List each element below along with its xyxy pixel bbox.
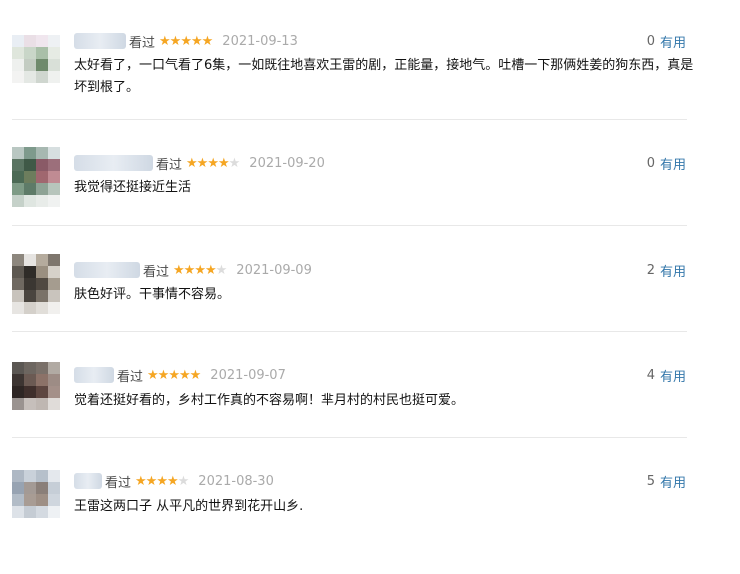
useful-vote: 5 有用 (647, 471, 686, 491)
star-empty-icon: ★ (228, 155, 241, 171)
useful-count: 0 (646, 33, 655, 49)
divider (12, 437, 687, 438)
divider (12, 331, 687, 332)
useful-count: 4 (646, 367, 655, 383)
avatar[interactable] (12, 470, 60, 520)
star-filled-icon: ★ (147, 367, 159, 383)
star-filled-icon: ★ (135, 473, 147, 489)
username-blurred[interactable] (74, 155, 153, 171)
useful-button[interactable]: 有用 (660, 32, 686, 51)
star-filled-icon: ★ (189, 367, 202, 383)
star-filled-icon: ★ (180, 33, 192, 49)
star-filled-icon: ★ (201, 33, 214, 49)
star-rating: ★★★★★ (159, 33, 214, 49)
comment-item: 看过 ★★★★★ 2021-09-07 4 有用 觉着还挺好看的，乡村工作真的不… (0, 362, 740, 468)
star-rating: ★★★★★ (147, 367, 202, 383)
avatar[interactable] (12, 254, 60, 314)
star-filled-icon: ★ (194, 262, 206, 278)
comment-meta: 看过 ★★★★★ 2021-09-20 (74, 153, 325, 173)
comment-meta: 看过 ★★★★★ 2021-09-07 (74, 365, 286, 385)
comment-date: 2021-09-13 (222, 33, 298, 49)
star-filled-icon: ★ (168, 367, 180, 383)
useful-count: 0 (646, 155, 655, 171)
star-filled-icon: ★ (145, 473, 158, 489)
watched-label: 看过 (105, 475, 132, 491)
star-filled-icon: ★ (217, 155, 230, 171)
star-rating: ★★★★★ (173, 262, 228, 278)
useful-count: 2 (646, 262, 655, 278)
star-rating: ★★★★★ (186, 155, 241, 171)
avatar[interactable] (12, 147, 60, 207)
username-blurred[interactable] (74, 262, 140, 278)
star-filled-icon: ★ (207, 155, 219, 171)
star-filled-icon: ★ (166, 473, 179, 489)
star-empty-icon: ★ (177, 473, 190, 489)
star-filled-icon: ★ (190, 33, 203, 49)
username-blurred[interactable] (74, 367, 114, 383)
star-filled-icon: ★ (156, 473, 168, 489)
watched-label: 看过 (117, 369, 144, 385)
avatar[interactable] (12, 35, 60, 83)
useful-vote: 0 有用 (647, 153, 686, 173)
comment-text: 觉着还挺好看的，乡村工作真的不容易啊！芈月村的村民也挺可爱。 (74, 393, 465, 408)
avatar[interactable] (12, 362, 60, 412)
comment-date: 2021-09-20 (249, 155, 325, 171)
comment-item: 看过 ★★★★★ 2021-09-20 0 有用 我觉得还挺接近生活 (0, 147, 740, 255)
useful-vote: 2 有用 (647, 260, 686, 280)
comment-meta: 看过 ★★★★★ 2021-08-30 (74, 471, 274, 491)
useful-vote: 0 有用 (647, 31, 686, 51)
divider (12, 225, 687, 226)
useful-vote: 4 有用 (647, 365, 686, 385)
comment-date: 2021-09-09 (236, 262, 312, 278)
star-filled-icon: ★ (157, 367, 170, 383)
divider (12, 119, 687, 120)
star-filled-icon: ★ (186, 155, 198, 171)
comment-item: 看过 ★★★★★ 2021-08-30 5 有用 王雷这两口子 从平凡的世界到花… (0, 468, 740, 574)
comment-item: 看过 ★★★★★ 2021-09-09 2 有用 肤色好评。干事情不容易。 (0, 254, 740, 362)
star-filled-icon: ★ (196, 155, 209, 171)
watched-label: 看过 (143, 264, 170, 280)
star-filled-icon: ★ (173, 262, 185, 278)
comment-date: 2021-08-30 (198, 473, 274, 489)
username-blurred[interactable] (74, 33, 126, 49)
star-filled-icon: ★ (183, 262, 196, 278)
star-rating: ★★★★★ (135, 473, 190, 489)
useful-button[interactable]: 有用 (660, 472, 686, 491)
star-filled-icon: ★ (204, 262, 217, 278)
username-blurred[interactable] (74, 473, 102, 489)
comment-item: 看过 ★★★★★ 2021-09-13 0 有用 太好看了，一口气看了6集，一如… (0, 25, 740, 131)
star-filled-icon: ★ (169, 33, 182, 49)
useful-button[interactable]: 有用 (660, 154, 686, 173)
comment-meta: 看过 ★★★★★ 2021-09-09 (74, 260, 312, 280)
star-empty-icon: ★ (215, 262, 228, 278)
watched-label: 看过 (156, 157, 183, 173)
comment-text: 我觉得还挺接近生活 (74, 180, 192, 195)
watched-label: 看过 (129, 35, 156, 51)
comment-text: 王雷这两口子 从平凡的世界到花开山乡. (74, 499, 304, 514)
useful-button[interactable]: 有用 (660, 366, 686, 385)
comment-meta: 看过 ★★★★★ 2021-09-13 (74, 31, 298, 51)
comment-text: 肤色好评。干事情不容易。 (74, 287, 231, 302)
comment-text: 太好看了，一口气看了6集，一如既往地喜欢王雷的剧，正能量，接地气。吐槽一下那俩姓… (74, 58, 694, 95)
useful-button[interactable]: 有用 (660, 261, 686, 280)
star-filled-icon: ★ (178, 367, 191, 383)
star-filled-icon: ★ (159, 33, 171, 49)
comment-date: 2021-09-07 (210, 367, 286, 383)
useful-count: 5 (646, 473, 655, 489)
